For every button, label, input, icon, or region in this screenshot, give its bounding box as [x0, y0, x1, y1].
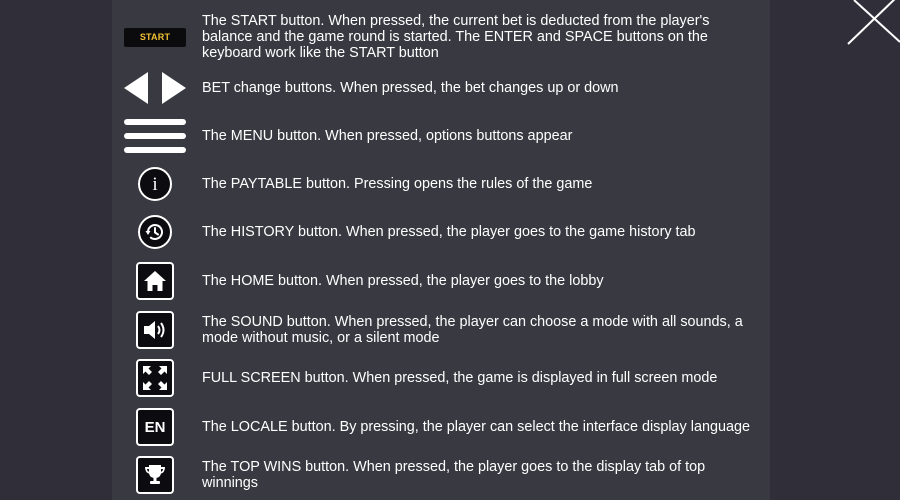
- info-icon: i: [138, 167, 172, 201]
- fullscreen-description: FULL SCREEN button. When pressed, the ga…: [202, 370, 718, 386]
- fullscreen-icon: [136, 359, 174, 397]
- home-icon: [136, 262, 174, 300]
- home-description: The HOME button. When pressed, the playe…: [202, 273, 604, 289]
- help-row-fullscreen: FULL SCREEN button. When pressed, the ga…: [112, 358, 770, 398]
- locale-description: The LOCALE button. By pressing, the play…: [202, 419, 750, 435]
- menu-description: The MENU button. When pressed, options b…: [202, 128, 573, 144]
- paytable-description: The PAYTABLE button. Pressing opens the …: [202, 176, 593, 192]
- history-description: The HISTORY button. When pressed, the pl…: [202, 224, 696, 240]
- help-row-history: The HISTORY button. When pressed, the pl…: [112, 212, 770, 252]
- help-row-paytable: i The PAYTABLE button. Pressing opens th…: [112, 164, 770, 204]
- close-button[interactable]: [842, 0, 900, 48]
- start-button-icon: START: [124, 27, 186, 47]
- sound-description: The SOUND button. When pressed, the play…: [202, 314, 743, 346]
- start-badge-label: START: [139, 32, 171, 42]
- start-description: The START button. When pressed, the curr…: [202, 13, 710, 61]
- close-icon: [847, 0, 900, 45]
- sound-icon: [136, 311, 174, 349]
- trophy-icon: [136, 456, 174, 494]
- help-row-home: The HOME button. When pressed, the playe…: [112, 261, 770, 301]
- info-icon-glyph: i: [152, 173, 158, 195]
- history-icon: [138, 215, 172, 249]
- help-row-sound: The SOUND button. When pressed, the play…: [112, 309, 770, 351]
- help-screen: START The START button. When pressed, th…: [0, 0, 900, 500]
- locale-icon: EN: [136, 408, 174, 446]
- help-row-locale: EN The LOCALE button. By pressing, the p…: [112, 406, 770, 448]
- help-row-start: START The START button. When pressed, th…: [112, 10, 770, 64]
- help-row-bet: BET change buttons. When pressed, the be…: [112, 68, 770, 108]
- top-wins-description: The TOP WINS button. When pressed, the p…: [202, 459, 706, 491]
- help-row-top-wins: The TOP WINS button. When pressed, the p…: [112, 455, 770, 495]
- bet-arrows-icon: [124, 72, 186, 104]
- locale-icon-label: EN: [144, 418, 166, 436]
- bet-description: BET change buttons. When pressed, the be…: [202, 80, 619, 96]
- help-row-menu: The MENU button. When pressed, options b…: [112, 114, 770, 158]
- menu-icon: [124, 119, 186, 153]
